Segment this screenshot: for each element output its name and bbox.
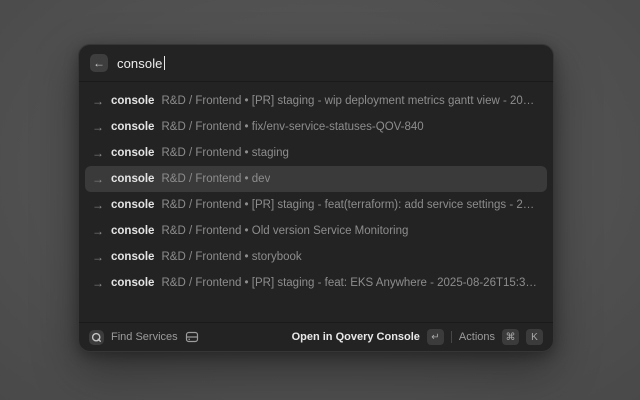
result-description: R&D / Frontend • [PR] staging - feat: EK… — [161, 277, 540, 289]
result-description: R&D / Frontend • staging — [161, 147, 288, 159]
arrow-right-icon: → — [92, 250, 104, 264]
result-keyword: console — [111, 225, 154, 237]
search-input[interactable]: console — [117, 45, 542, 81]
result-row[interactable]: → console R&D / Frontend • staging — [85, 140, 547, 166]
result-description: R&D / Frontend • [PR] staging - feat(ter… — [161, 199, 540, 211]
result-row[interactable]: → console R&D / Frontend • dev — [85, 166, 547, 192]
result-description: R&D / Frontend • storybook — [161, 251, 301, 263]
k-key: K — [526, 329, 543, 345]
result-keyword: console — [111, 277, 154, 289]
result-description: R&D / Frontend • Old version Service Mon… — [161, 225, 408, 237]
result-description: R&D / Frontend • dev — [161, 173, 270, 185]
result-keyword: console — [111, 251, 154, 263]
arrow-right-icon: → — [92, 224, 104, 238]
footer-bar: Find Services Open in Qovery Console ↵ A… — [79, 322, 553, 351]
arrow-right-icon: → — [92, 276, 104, 290]
result-keyword: console — [111, 173, 154, 185]
enter-key: ↵ — [427, 329, 444, 345]
result-keyword: console — [111, 199, 154, 211]
result-row[interactable]: → console R&D / Frontend • storybook — [85, 244, 547, 270]
command-key: ⌘ — [502, 329, 519, 345]
actions-label: Actions — [459, 331, 495, 343]
qovery-logo-icon — [89, 330, 104, 345]
result-description: R&D / Frontend • fix/env-service-statuse… — [161, 121, 423, 133]
command-palette: ← console → console R&D / Frontend • [PR… — [78, 44, 554, 352]
open-console-label: Open in Qovery Console — [292, 331, 420, 343]
result-row[interactable]: → console R&D / Frontend • fix/env-servi… — [85, 114, 547, 140]
back-arrow-icon: ← — [93, 57, 105, 69]
find-services-action[interactable]: Find Services — [89, 330, 199, 345]
result-description: R&D / Frontend • [PR] staging - wip depl… — [161, 95, 540, 107]
result-row[interactable]: → console R&D / Frontend • Old version S… — [85, 218, 547, 244]
back-button[interactable]: ← — [90, 54, 108, 72]
result-row[interactable]: → console R&D / Frontend • [PR] staging … — [85, 192, 547, 218]
open-in-console-action[interactable]: Open in Qovery Console ↵ — [292, 329, 444, 345]
services-icon — [185, 330, 199, 344]
result-keyword: console — [111, 95, 154, 107]
result-keyword: console — [111, 147, 154, 159]
result-keyword: console — [111, 121, 154, 133]
text-cursor — [164, 56, 166, 70]
find-services-label: Find Services — [111, 331, 178, 343]
results-list: → console R&D / Frontend • [PR] staging … — [79, 82, 553, 322]
arrow-right-icon: → — [92, 172, 104, 186]
arrow-right-icon: → — [92, 94, 104, 108]
result-row[interactable]: → console R&D / Frontend • [PR] staging … — [85, 88, 547, 114]
footer-divider — [451, 331, 452, 343]
result-row[interactable]: → console R&D / Frontend • [PR] staging … — [85, 270, 547, 296]
arrow-right-icon: → — [92, 198, 104, 212]
arrow-right-icon: → — [92, 120, 104, 134]
search-query-text: console — [117, 56, 163, 71]
actions-menu-button[interactable]: Actions ⌘ K — [459, 329, 543, 345]
search-header: ← console — [79, 45, 553, 82]
arrow-right-icon: → — [92, 146, 104, 160]
